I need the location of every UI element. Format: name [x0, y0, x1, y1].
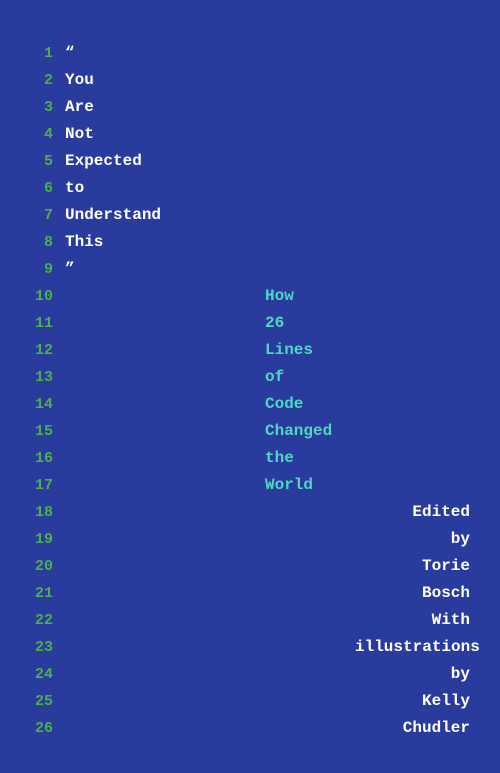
line-text-3: Are [65, 94, 94, 121]
line-number-25: 25 [30, 688, 65, 715]
line-text-24: by [451, 661, 470, 688]
line-21: 21 Bosch [30, 580, 470, 607]
line-text-17: World [265, 472, 313, 499]
line-26: 26 Chudler [30, 715, 470, 742]
line-17: 17 World [30, 472, 470, 499]
line-text-15: Changed [265, 418, 332, 445]
line-24: 24 by [30, 661, 470, 688]
line-number-10: 10 [30, 283, 65, 310]
line-number-21: 21 [30, 580, 65, 607]
line-number-1: 1 [30, 40, 65, 67]
line-number-24: 24 [30, 661, 65, 688]
line-3: 3Are [30, 94, 470, 121]
line-16: 16 the [30, 445, 470, 472]
line-text-21: Bosch [422, 580, 470, 607]
line-text-22: With [432, 607, 470, 634]
line-25: 25 Kelly [30, 688, 470, 715]
line-number-16: 16 [30, 445, 65, 472]
line-5: 5Expected [30, 148, 470, 175]
line-7: 7Understand [30, 202, 470, 229]
line-number-7: 7 [30, 202, 65, 229]
line-11: 11 26 [30, 310, 470, 337]
line-text-20: Torie [422, 553, 470, 580]
line-text-1: “ [65, 40, 75, 67]
line-number-13: 13 [30, 364, 65, 391]
line-text-2: You [65, 67, 94, 94]
line-text-5: Expected [65, 148, 142, 175]
line-14: 14 Code [30, 391, 470, 418]
line-18: 18 Edited [30, 499, 470, 526]
line-2: 2You [30, 67, 470, 94]
line-text-11: 26 [265, 310, 284, 337]
line-15: 15 Changed [30, 418, 470, 445]
line-9: 9” [30, 256, 470, 283]
line-10: 10 How [30, 283, 470, 310]
line-text-12: Lines [265, 337, 313, 364]
line-number-20: 20 [30, 553, 65, 580]
line-text-26: Chudler [403, 715, 470, 742]
line-number-8: 8 [30, 229, 65, 256]
line-text-19: by [451, 526, 470, 553]
line-number-18: 18 [30, 499, 65, 526]
line-19: 19 by [30, 526, 470, 553]
line-number-12: 12 [30, 337, 65, 364]
line-number-5: 5 [30, 148, 65, 175]
line-text-16: the [265, 445, 294, 472]
line-number-19: 19 [30, 526, 65, 553]
line-8: 8This [30, 229, 470, 256]
line-number-22: 22 [30, 607, 65, 634]
line-text-14: Code [265, 391, 303, 418]
line-13: 13 of [30, 364, 470, 391]
line-20: 20 Torie [30, 553, 470, 580]
line-text-25: Kelly [422, 688, 470, 715]
line-number-23: 23 [30, 634, 65, 661]
line-number-11: 11 [30, 310, 65, 337]
line-number-3: 3 [30, 94, 65, 121]
book-cover: 1“2You3Are4Not5Expected6to7Understand8Th… [0, 0, 500, 773]
line-1: 1“ [30, 40, 470, 67]
line-text-13: of [265, 364, 284, 391]
line-text-7: Understand [65, 202, 161, 229]
line-text-23: illustrations [355, 634, 480, 661]
line-text-8: This [65, 229, 103, 256]
code-lines: 1“2You3Are4Not5Expected6to7Understand8Th… [30, 40, 470, 742]
line-number-9: 9 [30, 256, 65, 283]
line-text-10: How [265, 283, 294, 310]
line-text-6: to [65, 175, 84, 202]
line-text-4: Not [65, 121, 94, 148]
line-text-18: Edited [412, 499, 470, 526]
line-text-9: ” [65, 256, 75, 283]
line-6: 6to [30, 175, 470, 202]
line-23: 23illustrations [30, 634, 470, 661]
line-22: 22 With [30, 607, 470, 634]
line-number-4: 4 [30, 121, 65, 148]
line-number-6: 6 [30, 175, 65, 202]
line-number-15: 15 [30, 418, 65, 445]
line-number-2: 2 [30, 67, 65, 94]
line-number-17: 17 [30, 472, 65, 499]
line-number-14: 14 [30, 391, 65, 418]
line-12: 12 Lines [30, 337, 470, 364]
line-number-26: 26 [30, 715, 65, 742]
line-4: 4Not [30, 121, 470, 148]
